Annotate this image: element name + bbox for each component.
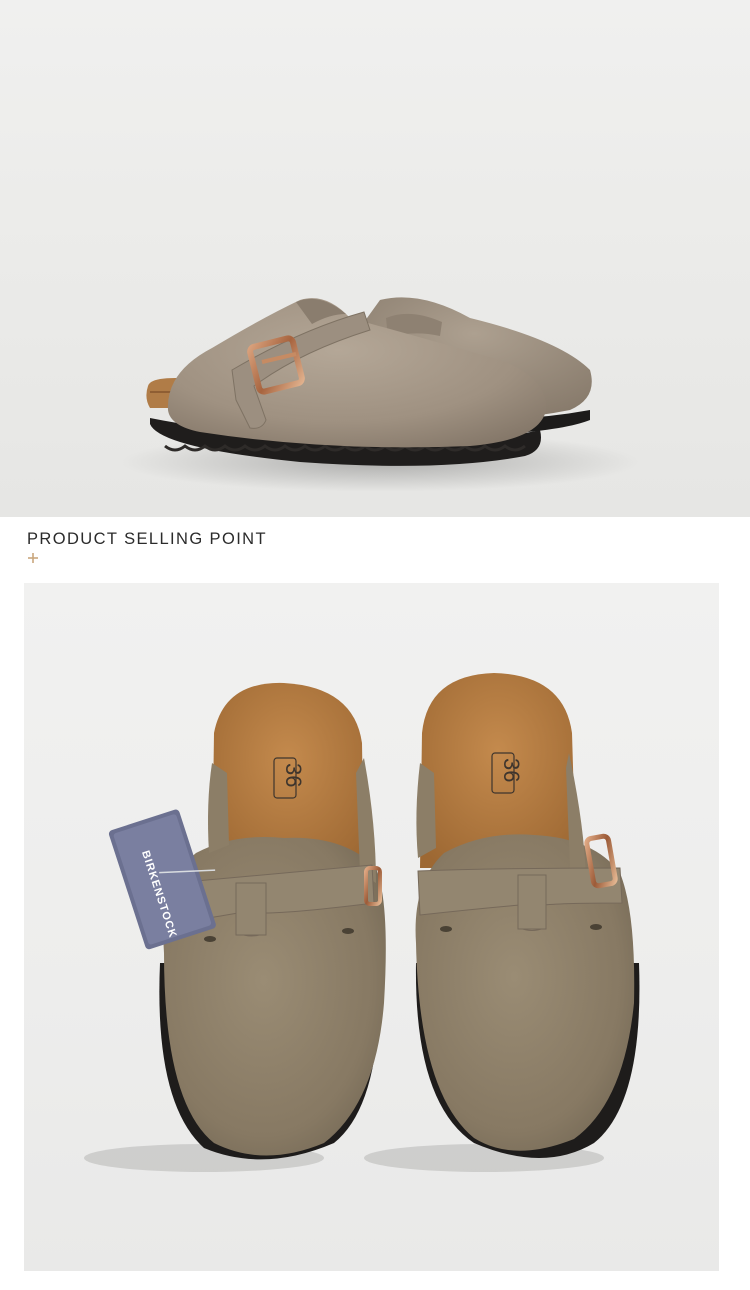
svg-text:36: 36 bbox=[499, 758, 524, 782]
hero-product-image bbox=[0, 0, 750, 517]
detail-clogs-illustration: 36 BIRKENSTOCK 36 bbox=[84, 673, 640, 1172]
plus-icon bbox=[28, 553, 38, 563]
svg-text:36: 36 bbox=[281, 763, 306, 787]
detail-product-image: 36 BIRKENSTOCK 36 bbox=[24, 583, 719, 1271]
section-header: PRODUCT SELLING POINT bbox=[0, 517, 750, 583]
hero-clogs-illustration bbox=[120, 297, 640, 492]
section-title: PRODUCT SELLING POINT bbox=[27, 530, 267, 548]
right-clog: 36 bbox=[415, 673, 640, 1158]
left-size-mark: 36 bbox=[281, 763, 306, 787]
right-size-mark: 36 bbox=[499, 758, 524, 782]
